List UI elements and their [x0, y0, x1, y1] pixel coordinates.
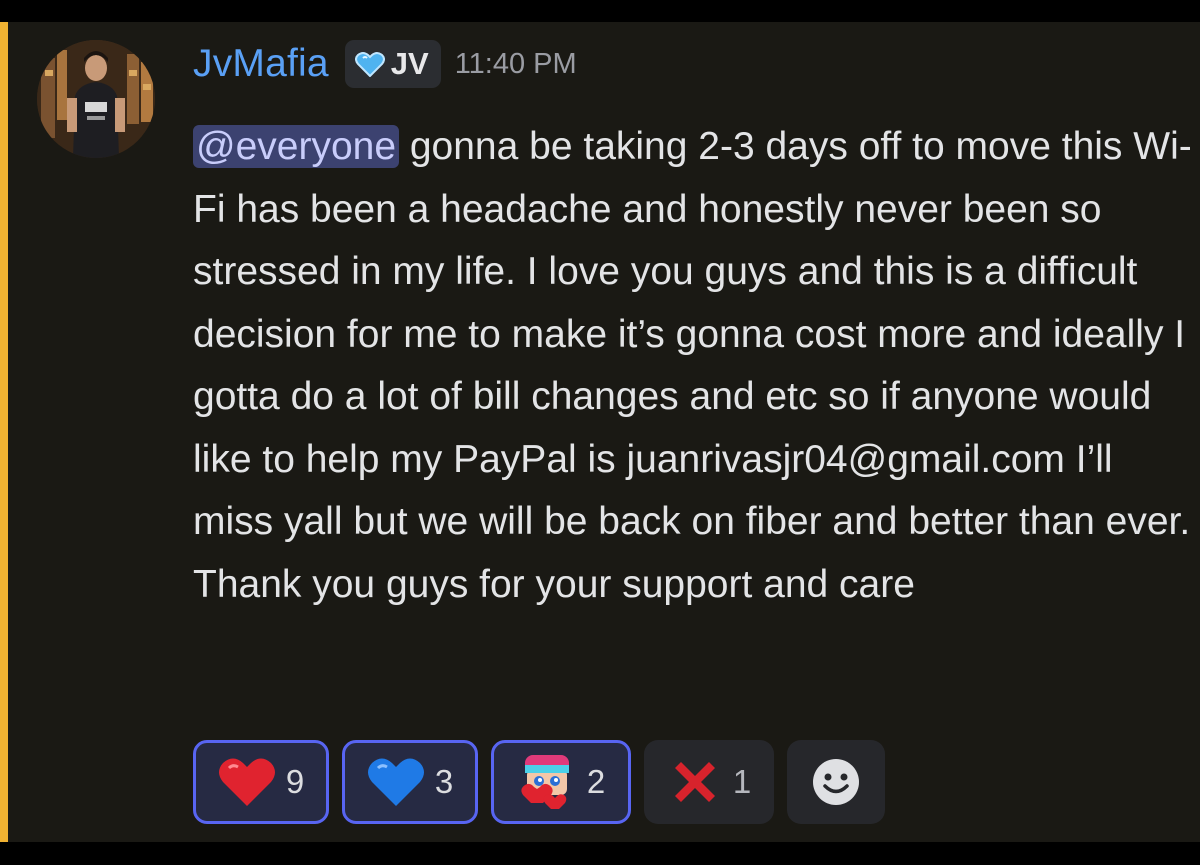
- mention-highlight-bar: [0, 22, 8, 842]
- red-x-icon: [674, 762, 715, 802]
- add-reaction-smiley-icon: [813, 759, 859, 805]
- reaction-count: 9: [285, 763, 305, 800]
- avatar[interactable]: [37, 40, 155, 158]
- reaction-count: 2: [586, 763, 606, 800]
- red-heart-icon: [218, 758, 275, 806]
- add-reaction-button[interactable]: [787, 740, 885, 824]
- reaction-red-heart[interactable]: 9: [193, 740, 329, 824]
- message-text: gonna be taking 2-3 days off to move thi…: [193, 125, 1192, 606]
- reaction-count: 3: [434, 763, 454, 800]
- reaction-bar: 9 3 2 1: [193, 740, 885, 824]
- user-avatar-photo: [37, 40, 155, 158]
- role-tag[interactable]: JV: [344, 40, 441, 88]
- reaction-blue-heart[interactable]: 3: [342, 740, 478, 824]
- message-header: JvMafia JV 11:40 PM: [193, 36, 577, 92]
- timestamp: 11:40 PM: [454, 47, 577, 80]
- blue-heart-icon: [367, 758, 424, 806]
- blue-heart-icon: [354, 52, 385, 77]
- message-body: @everyone gonna be taking 2-3 days off t…: [193, 116, 1193, 616]
- everyone-mention[interactable]: @everyone: [193, 125, 400, 168]
- role-tag-label: JV: [390, 46, 429, 81]
- custom-character-heart-emoji: [521, 755, 569, 809]
- username[interactable]: JvMafia: [193, 42, 329, 86]
- chat-message-view: JvMafia JV 11:40 PM @everyone gonna be t…: [0, 22, 1200, 842]
- reaction-red-x[interactable]: 1: [644, 740, 774, 824]
- reaction-custom-emoji[interactable]: 2: [491, 740, 631, 824]
- reaction-count: 1: [732, 763, 752, 800]
